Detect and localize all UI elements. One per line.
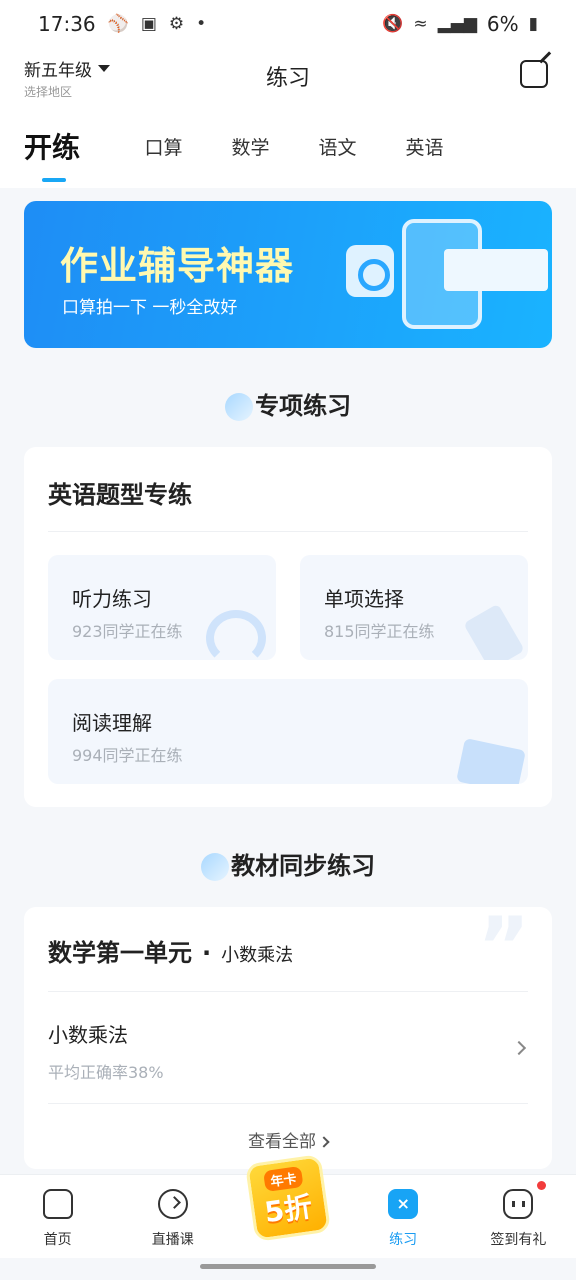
tile-count: 923同学正在练 bbox=[72, 622, 183, 641]
tile-single-choice[interactable]: 单项选择 815同学正在练 bbox=[300, 555, 528, 660]
textbook-practice-card: ” 数学第一单元 · 小数乘法 小数乘法 平均正确率38% 查看全部 bbox=[24, 907, 552, 1169]
tab-oral-arithmetic[interactable]: 口算 bbox=[132, 133, 195, 160]
chevron-right-icon bbox=[511, 1040, 527, 1056]
page-title: 练习 bbox=[265, 66, 310, 91]
book-icon bbox=[456, 738, 526, 784]
status-left: 17:36 ⚾ ▣ ⚙ • bbox=[38, 12, 206, 36]
notification-dot bbox=[536, 1181, 546, 1190]
card-divider bbox=[48, 1103, 528, 1104]
tile-name: 单项选择 bbox=[324, 587, 404, 611]
special-practice-heading: 专项练习 bbox=[0, 386, 576, 421]
status-right: 🔇 ≈ ▂▄▆ 6% ▮ bbox=[382, 12, 538, 36]
english-practice-title: 英语题型专练 bbox=[48, 481, 192, 509]
home-indicator[interactable] bbox=[200, 1264, 376, 1269]
camera-icon bbox=[346, 245, 394, 297]
active-tab-underline bbox=[42, 178, 66, 182]
nav-live-class[interactable]: 直播课 bbox=[115, 1175, 230, 1258]
header: 新五年级 选择地区 练习 bbox=[0, 48, 576, 104]
home-icon bbox=[42, 1189, 73, 1219]
view-all-label: 查看全部 bbox=[248, 1132, 316, 1152]
play-icon bbox=[157, 1189, 188, 1219]
unit-name: 数学第一单元 bbox=[48, 939, 192, 967]
tile-reading[interactable]: 阅读理解 994同学正在练 bbox=[48, 679, 528, 784]
mute-icon: ⚾ bbox=[107, 14, 129, 34]
practice-icon: × bbox=[388, 1189, 419, 1219]
battery-icon: ▮ bbox=[528, 14, 538, 34]
subject-tabs: 开练 口算 数学 语文 英语 bbox=[0, 104, 576, 188]
status-bar: 17:36 ⚾ ▣ ⚙ • 🔇 ≈ ▂▄▆ 6% ▮ bbox=[0, 0, 576, 48]
tab-chinese[interactable]: 语文 bbox=[306, 133, 369, 160]
status-time: 17:36 bbox=[38, 12, 96, 36]
tile-count: 994同学正在练 bbox=[72, 746, 183, 765]
tile-count: 815同学正在练 bbox=[324, 622, 435, 641]
annual-card-promo-badge: 年卡 5折 bbox=[244, 1154, 332, 1242]
nav-checkin[interactable]: 签到有礼 bbox=[461, 1175, 576, 1258]
unit-separator: · bbox=[202, 939, 212, 967]
section-deco-icon bbox=[224, 393, 253, 421]
tab-kailian[interactable]: 开练 bbox=[24, 126, 108, 182]
promo-banner[interactable]: 作业辅导神器 口算拍一下 一秒全改好 bbox=[24, 201, 552, 348]
pencil-icon bbox=[463, 603, 525, 660]
banner-subtitle: 口算拍一下 一秒全改好 bbox=[62, 298, 238, 318]
nav-promo[interactable]: 年卡 5折 bbox=[230, 1154, 345, 1258]
bottom-nav: 首页 直播课 年卡 5折 × 练习 签到有礼 bbox=[0, 1154, 576, 1258]
banner-title: 作业辅导神器 bbox=[60, 244, 295, 288]
dot-icon: • bbox=[196, 14, 207, 34]
tile-name: 阅读理解 bbox=[72, 711, 152, 735]
nav-practice[interactable]: × 练习 bbox=[346, 1175, 461, 1258]
view-all-link[interactable]: 查看全部 bbox=[24, 1127, 552, 1152]
english-practice-card: 英语题型专练 听力练习 923同学正在练 单项选择 815同学正在练 阅读理解 … bbox=[24, 447, 552, 807]
card-divider bbox=[48, 531, 528, 532]
lesson-name: 小数乘法 bbox=[48, 1023, 128, 1047]
robot-face-icon bbox=[503, 1189, 534, 1219]
wifi-icon: ≈ bbox=[413, 14, 428, 34]
unit-topic: 小数乘法 bbox=[221, 945, 294, 966]
signal-icon: ▂▄▆ bbox=[437, 14, 477, 34]
kailian-logo-text: 开练 bbox=[24, 131, 81, 164]
card-divider bbox=[48, 991, 528, 992]
chevron-right-icon bbox=[318, 1136, 330, 1148]
nav-label: 直播课 bbox=[151, 1232, 194, 1248]
nav-home[interactable]: 首页 bbox=[0, 1175, 115, 1258]
section-deco-icon bbox=[200, 853, 229, 881]
nav-label: 练习 bbox=[389, 1232, 418, 1248]
edit-icon[interactable] bbox=[520, 60, 548, 88]
volume-muted-icon: 🔇 bbox=[382, 14, 404, 34]
lesson-accuracy: 平均正确率38% bbox=[48, 1063, 164, 1082]
unit-title: 数学第一单元 · 小数乘法 bbox=[48, 933, 293, 968]
checklist-illustration bbox=[444, 249, 548, 291]
gear-icon: ⚙ bbox=[168, 14, 185, 34]
tab-math[interactable]: 数学 bbox=[219, 133, 282, 160]
image-icon: ▣ bbox=[140, 14, 157, 34]
tile-listening[interactable]: 听力练习 923同学正在练 bbox=[48, 555, 276, 660]
battery-percent: 6% bbox=[486, 12, 519, 36]
textbook-practice-heading: 教材同步练习 bbox=[0, 846, 576, 881]
headphones-icon bbox=[206, 610, 266, 660]
tab-english[interactable]: 英语 bbox=[393, 133, 456, 160]
nav-label: 签到有礼 bbox=[490, 1232, 547, 1248]
quote-deco-icon: ” bbox=[477, 900, 530, 993]
special-practice-title: 专项练习 bbox=[255, 392, 352, 420]
textbook-practice-title: 教材同步练习 bbox=[231, 852, 376, 880]
promo-main-text: 5折 bbox=[262, 1189, 315, 1230]
tile-name: 听力练习 bbox=[72, 587, 152, 611]
nav-label: 首页 bbox=[43, 1232, 72, 1248]
